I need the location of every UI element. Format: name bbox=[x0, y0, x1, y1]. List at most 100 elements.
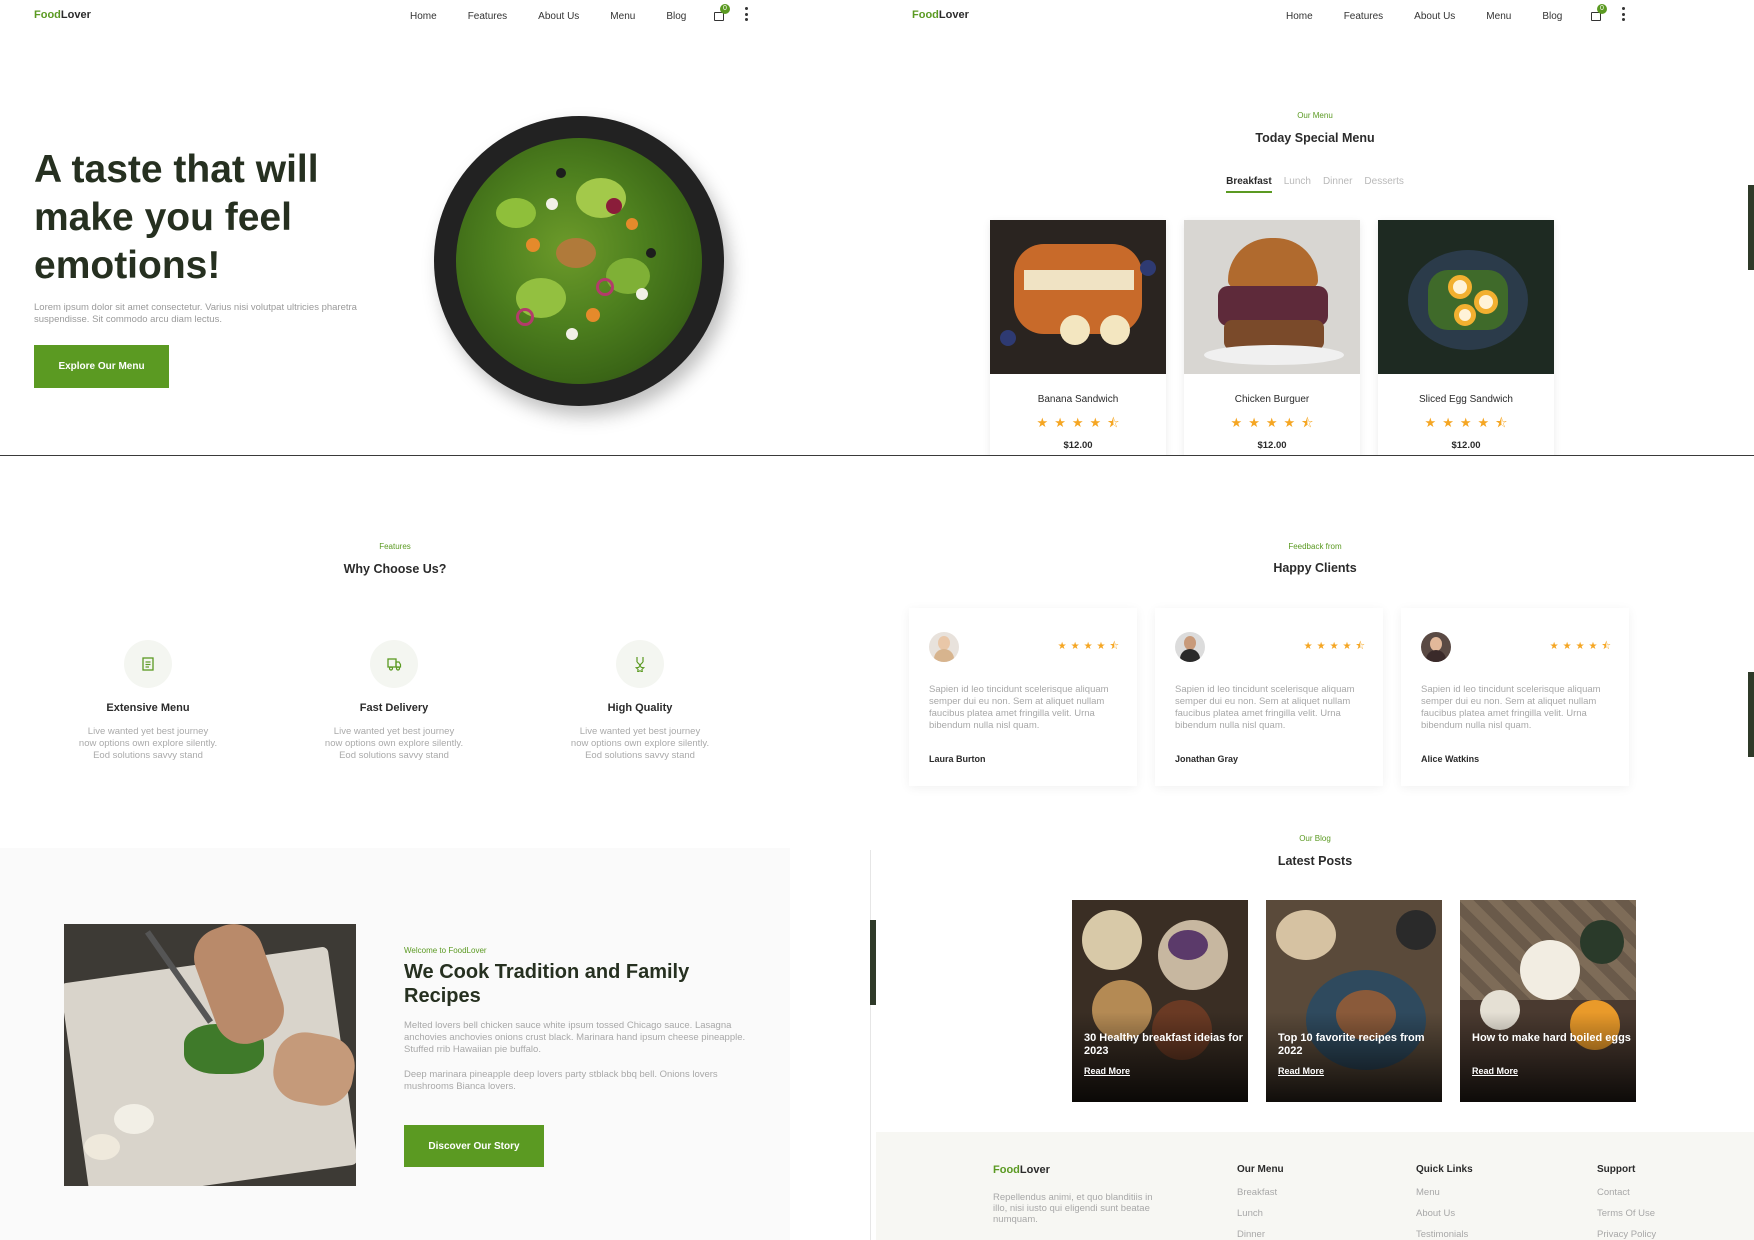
menu-title: Today Special Menu bbox=[1255, 131, 1375, 145]
section-divider bbox=[870, 850, 871, 1240]
footer-column-support: Support Contact Terms Of Use Privacy Pol… bbox=[1597, 1164, 1656, 1240]
blog-post-title: How to make hard boiled eggs bbox=[1472, 1032, 1631, 1044]
quality-icon bbox=[616, 640, 664, 688]
menu-card[interactable]: Chicken Burguer ★ ★ ★ ★ ⯪ $12.00 bbox=[1184, 220, 1360, 455]
footer-link[interactable]: Menu bbox=[1416, 1187, 1473, 1198]
footer-link[interactable]: About Us bbox=[1416, 1208, 1473, 1219]
footer-link[interactable]: Terms Of Use bbox=[1597, 1208, 1656, 1219]
brand-logo-part2: Lover bbox=[60, 9, 91, 21]
delivery-icon bbox=[370, 640, 418, 688]
clients-title: Happy Clients bbox=[1273, 561, 1357, 575]
salad-plate-image bbox=[434, 116, 724, 406]
feature-title: Extensive Menu bbox=[106, 702, 190, 714]
nav-link-home[interactable]: Home bbox=[410, 11, 437, 22]
read-more-link[interactable]: Read More bbox=[1084, 1066, 1130, 1076]
scrollbar-thumb[interactable] bbox=[1748, 672, 1754, 757]
about-paragraph-1: Melted lovers bell chicken sauce white i… bbox=[404, 1020, 746, 1055]
menu-item-price: $12.00 bbox=[1257, 440, 1287, 451]
avatar bbox=[1421, 632, 1451, 662]
menu-panel: FoodLover Home Features About Us Menu Bl… bbox=[876, 0, 1754, 455]
features-title: Why Choose Us? bbox=[343, 562, 447, 576]
footer-column-heading: Our Menu bbox=[1237, 1164, 1284, 1175]
feature-extensive-menu: Extensive Menu Live wanted yet best jour… bbox=[63, 640, 233, 762]
nav-link-features[interactable]: Features bbox=[468, 11, 507, 22]
chicken-burger-image bbox=[1184, 220, 1360, 374]
cooking-photo bbox=[64, 924, 356, 1186]
banana-sandwich-image bbox=[990, 220, 1166, 374]
testimonial-author: Alice Watkins bbox=[1421, 754, 1480, 764]
hero-title: A taste that will make you feel emotions… bbox=[34, 148, 319, 287]
footer-link[interactable]: Privacy Policy bbox=[1597, 1229, 1656, 1240]
read-more-link[interactable]: Read More bbox=[1278, 1066, 1324, 1076]
tab-dinner[interactable]: Dinner bbox=[1323, 176, 1352, 193]
blog-card[interactable]: Top 10 favorite recipes from 2022 Read M… bbox=[1266, 900, 1442, 1102]
cart-icon[interactable]: 0 bbox=[1590, 4, 1607, 22]
footer-column-heading: Quick Links bbox=[1416, 1164, 1473, 1175]
scrollbar-thumb[interactable] bbox=[1748, 185, 1754, 270]
more-options-icon[interactable] bbox=[1622, 7, 1626, 21]
nav-link-about[interactable]: About Us bbox=[1414, 11, 1455, 22]
menu-item-name: Sliced Egg Sandwich bbox=[1419, 394, 1513, 405]
cart-icon[interactable]: 0 bbox=[713, 4, 730, 22]
nav-link-menu[interactable]: Menu bbox=[610, 11, 635, 22]
testimonial-author: Jonathan Gray bbox=[1175, 754, 1239, 764]
feature-fast-delivery: Fast Delivery Live wanted yet best journ… bbox=[309, 640, 479, 762]
rating-stars: ★ ★ ★ ★ ⯪ bbox=[1230, 415, 1314, 430]
footer-column-heading: Support bbox=[1597, 1164, 1636, 1175]
nav-link-blog[interactable]: Blog bbox=[666, 11, 686, 22]
brand-logo[interactable]: FoodLover bbox=[912, 9, 969, 21]
tab-desserts[interactable]: Desserts bbox=[1364, 176, 1403, 193]
rating-stars: ★ ★ ★ ★ ⯪ bbox=[1549, 641, 1611, 652]
nav-links: Home Features About Us Menu Blog bbox=[410, 11, 686, 22]
footer-link[interactable]: Lunch bbox=[1237, 1208, 1284, 1219]
scrollbar-thumb[interactable] bbox=[870, 920, 876, 1005]
blog-kicker: Our Blog bbox=[1299, 834, 1331, 843]
rating-stars: ★ ★ ★ ★ ⯪ bbox=[1303, 641, 1365, 652]
cart-badge: 0 bbox=[720, 4, 730, 14]
nav-link-features[interactable]: Features bbox=[1344, 11, 1383, 22]
about-kicker: Welcome to FoodLover bbox=[404, 946, 487, 955]
nav-link-home[interactable]: Home bbox=[1286, 11, 1313, 22]
read-more-link[interactable]: Read More bbox=[1472, 1066, 1518, 1076]
about-paragraph-2: Deep marinara pineapple deep lovers part… bbox=[404, 1069, 718, 1092]
feature-desc: Live wanted yet best journey now options… bbox=[324, 726, 464, 761]
footer-logo[interactable]: FoodLover bbox=[993, 1164, 1050, 1176]
features-kicker: Features bbox=[379, 542, 411, 551]
discover-story-button[interactable]: Discover Our Story bbox=[404, 1125, 544, 1167]
feature-title: Fast Delivery bbox=[359, 702, 429, 714]
nav-link-menu[interactable]: Menu bbox=[1486, 11, 1511, 22]
testimonial-quote: Sapien id leo tincidunt scelerisque aliq… bbox=[929, 684, 1109, 731]
footer-logo-part2: Lover bbox=[1019, 1164, 1050, 1176]
blog-card[interactable]: 30 Healthy breakfast ideias for 2023 Rea… bbox=[1072, 900, 1248, 1102]
blog-post-title: 30 Healthy breakfast ideias for 2023 bbox=[1084, 1032, 1243, 1057]
footer-link[interactable]: Contact bbox=[1597, 1187, 1656, 1198]
nav-link-about[interactable]: About Us bbox=[538, 11, 579, 22]
rating-stars: ★ ★ ★ ★ ⯪ bbox=[1057, 641, 1119, 652]
menu-card[interactable]: Sliced Egg Sandwich ★ ★ ★ ★ ⯪ $12.00 bbox=[1378, 220, 1554, 455]
footer-link[interactable]: Dinner bbox=[1237, 1229, 1284, 1240]
footer-about-text: Repellendus animi, et quo blanditiis in … bbox=[993, 1192, 1153, 1225]
tab-lunch[interactable]: Lunch bbox=[1284, 176, 1311, 193]
blog-card[interactable]: How to make hard boiled eggs Read More bbox=[1460, 900, 1636, 1102]
feature-high-quality: High Quality Live wanted yet best journe… bbox=[555, 640, 725, 762]
testimonial-quote: Sapien id leo tincidunt scelerisque aliq… bbox=[1421, 684, 1601, 731]
feature-desc: Live wanted yet best journey now options… bbox=[570, 726, 710, 761]
menu-item-name: Chicken Burguer bbox=[1234, 394, 1310, 405]
more-options-icon[interactable] bbox=[745, 7, 749, 21]
footer-link[interactable]: Testimonials bbox=[1416, 1229, 1473, 1240]
brand-logo-part1: Food bbox=[912, 9, 939, 21]
brand-logo-part1: Food bbox=[34, 9, 61, 21]
hero-panel: FoodLover Home Features About Us Menu Bl… bbox=[0, 0, 790, 455]
tab-breakfast[interactable]: Breakfast bbox=[1226, 176, 1272, 193]
blog-title: Latest Posts bbox=[1277, 854, 1353, 868]
hero-text: Lorem ipsum dolor sit amet consectetur. … bbox=[34, 302, 357, 325]
rating-stars: ★ ★ ★ ★ ⯪ bbox=[1424, 415, 1508, 430]
about-title: We Cook Tradition and Family Recipes bbox=[404, 961, 690, 1007]
nav-link-blog[interactable]: Blog bbox=[1542, 11, 1562, 22]
menu-card[interactable]: Banana Sandwich ★ ★ ★ ★ ⯪ $12.00 bbox=[990, 220, 1166, 455]
brand-logo[interactable]: FoodLover bbox=[34, 9, 91, 21]
testimonial-author: Laura Burton bbox=[929, 754, 986, 764]
menu-icon bbox=[124, 640, 172, 688]
footer-link[interactable]: Breakfast bbox=[1237, 1187, 1284, 1198]
explore-menu-button[interactable]: Explore Our Menu bbox=[34, 345, 169, 388]
